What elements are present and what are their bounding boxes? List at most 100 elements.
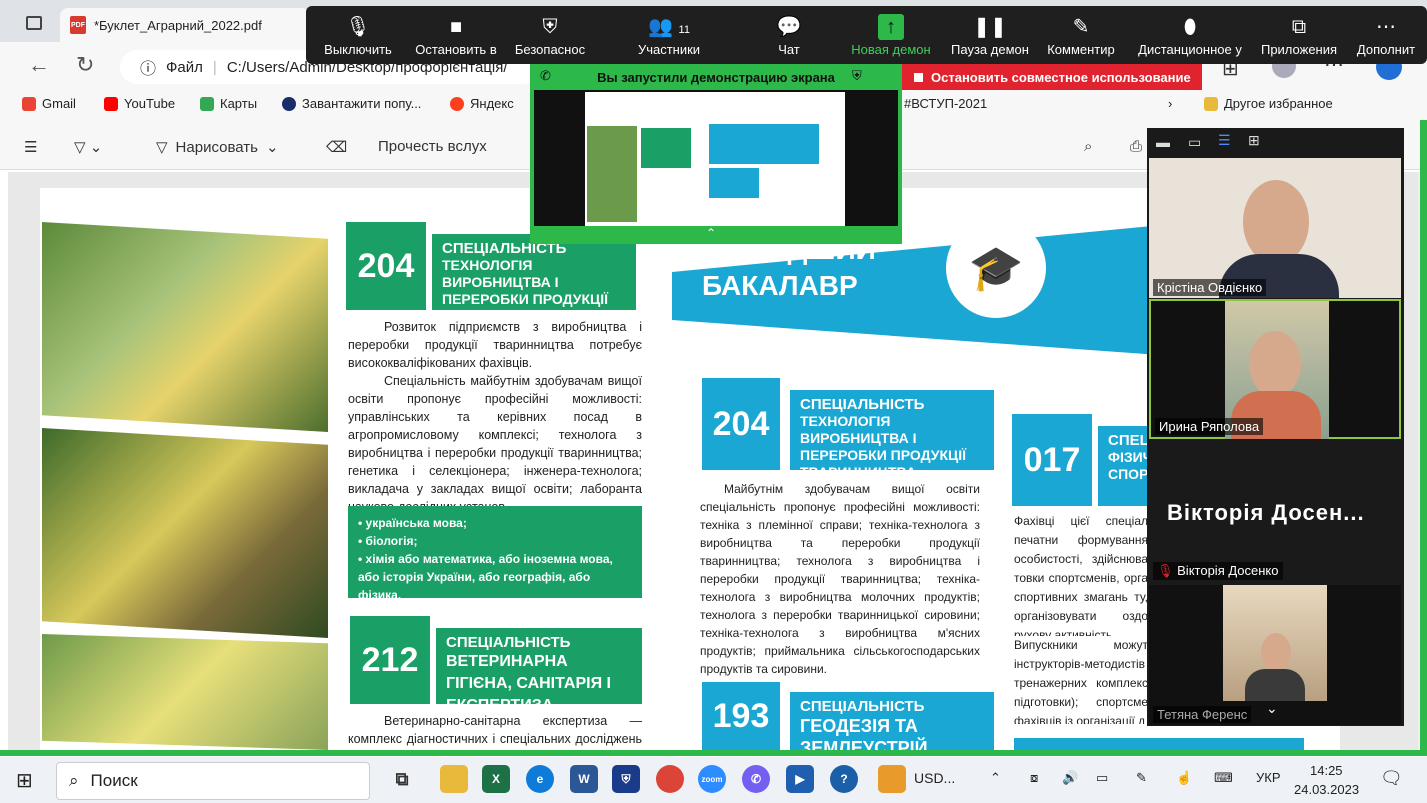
new-share-button[interactable]: ↑ Новая демон xyxy=(846,14,936,57)
file-explorer-icon[interactable] xyxy=(440,765,468,793)
draw-button[interactable]: ▽ Нарисовать ⌄ xyxy=(156,138,279,157)
battery-icon[interactable]: ▭ xyxy=(1096,770,1108,786)
spec-code: 017 xyxy=(1012,414,1092,506)
fav-vstup[interactable]: #ВСТУП-2021 xyxy=(904,96,987,111)
fav-youtube[interactable]: YouTube xyxy=(104,96,175,111)
participant-tile[interactable]: Вікторія Досен... 🎙 Вікторія Досенко xyxy=(1149,442,1401,582)
participant-big-name: Вікторія Досен... xyxy=(1167,500,1365,525)
paragraph: Фахівці цієї спеціал печатни формування … xyxy=(1014,514,1148,636)
fav-other[interactable]: Другое избранное xyxy=(1204,96,1333,111)
keyboard-icon[interactable]: ⌨ xyxy=(1214,770,1233,786)
mouse-icon: ⬮ xyxy=(1183,16,1197,38)
chat-icon: 💬 xyxy=(776,16,802,38)
participant-tile[interactable]: Крістіна Овдієнко xyxy=(1149,158,1401,298)
excel-icon[interactable]: X xyxy=(482,765,510,793)
spec-code: 204 xyxy=(346,222,426,310)
spec-title-box: СПЕЦІАЛЬНІСТЬ ТЕХНОЛОГІЯ ВИРОБНИЦТВА І П… xyxy=(432,234,636,324)
touch-icon[interactable]: ☝ xyxy=(1176,770,1192,786)
tab-actions-icon[interactable] xyxy=(26,16,42,30)
remote-control-button[interactable]: ⬮ Дистанционное у xyxy=(1130,14,1250,57)
highlight-icon[interactable]: ▽ ⌄ xyxy=(74,138,102,156)
clock-date[interactable]: 24.03.2023 xyxy=(1294,782,1359,797)
shield-app-icon[interactable]: ⛨ xyxy=(612,765,640,793)
annotate-button[interactable]: ✎ Комментир xyxy=(1042,14,1120,57)
pdf-icon: PDF xyxy=(70,16,86,34)
clock-time[interactable]: 14:25 xyxy=(1310,763,1343,778)
photo-students xyxy=(42,634,328,750)
gmail-icon xyxy=(22,96,36,111)
strip-view-icon[interactable]: ☰ xyxy=(1218,132,1231,149)
back-icon[interactable]: ← xyxy=(28,52,50,78)
participant-tile-active[interactable]: Ирина Ряполова xyxy=(1149,299,1401,439)
notifications-icon[interactable]: 🗨 xyxy=(1380,768,1403,789)
zoom-icon[interactable]: zoom xyxy=(698,765,726,793)
shield-check-icon: ⛨ xyxy=(852,68,862,83)
contents-icon[interactable]: ☰ xyxy=(24,138,37,156)
youtube-icon xyxy=(104,96,118,111)
stop-share-button[interactable]: Остановить совместное использование xyxy=(902,64,1202,90)
chat-button[interactable]: 💬 Чат xyxy=(764,14,814,57)
more-button[interactable]: ⋯ Дополнит xyxy=(1350,14,1422,57)
participants-button[interactable]: 👥 11 Участники xyxy=(624,14,714,57)
zoom-toolbar: 🎙 Выключить ■ Остановить в ⛨ Безопаснос 👥 1… xyxy=(306,6,1427,64)
fav-gmail[interactable]: Gmail xyxy=(22,96,76,111)
fav-chevron-icon[interactable]: › xyxy=(1168,96,1172,111)
collapse-chevron-icon[interactable]: ⌃ xyxy=(706,226,716,240)
fav-yandex[interactable]: Яндекс xyxy=(450,96,514,111)
viber-icon[interactable]: ✆ xyxy=(742,765,770,793)
chrome-icon[interactable] xyxy=(656,765,684,793)
task-view-icon[interactable]: ⧉ xyxy=(388,765,416,793)
camera-icon: ■ xyxy=(449,16,463,38)
participants-icon: 👥 11 xyxy=(648,16,690,38)
participant-name-muted: 🎙 Вікторія Досенко xyxy=(1153,562,1283,580)
blue-strip xyxy=(1014,738,1304,750)
participant-name: Ирина Ряполова xyxy=(1155,418,1264,435)
currency-icon[interactable] xyxy=(878,765,906,793)
volume-icon[interactable]: 🔊 xyxy=(1062,770,1078,786)
participant-name: Тетяна Ференс xyxy=(1153,706,1252,723)
search-icon[interactable]: ⌕ xyxy=(1084,138,1092,155)
pause-icon: ❚❚ xyxy=(973,16,1007,38)
pen-icon: ✎ xyxy=(1072,16,1090,38)
media-player-icon[interactable]: ▶ xyxy=(786,765,814,793)
tray-chevron-icon[interactable]: ⌃ xyxy=(990,770,1001,786)
eraser-icon[interactable]: ⌫ xyxy=(326,138,347,156)
taskbar-search[interactable]: ⌕ Поиск xyxy=(56,762,370,800)
word-icon[interactable]: W xyxy=(570,765,598,793)
gallery-view-icon[interactable]: ⊞ xyxy=(1248,132,1260,149)
participant-name: Крістіна Овдієнко xyxy=(1153,279,1267,296)
spec-code: 212 xyxy=(350,616,430,704)
network-icon[interactable]: ⧇ xyxy=(1030,770,1038,786)
stop-icon xyxy=(914,72,923,82)
paragraph: Майбутнім здобувачам вищої освіти спеціа… xyxy=(700,482,980,676)
photo-dog xyxy=(42,222,328,432)
maps-icon xyxy=(200,96,214,111)
tab-active[interactable]: PDF *Буклет_Аграрний_2022.pdf xyxy=(60,8,310,42)
language-indicator[interactable]: УКР xyxy=(1256,770,1281,785)
mute-button[interactable]: 🎙 Выключить xyxy=(318,14,398,57)
security-button[interactable]: ⛨ Безопаснос xyxy=(510,14,590,57)
stop-video-button[interactable]: ■ Остановить в xyxy=(406,14,506,57)
info-icon: ⓘ xyxy=(140,61,157,78)
folder-icon xyxy=(1204,96,1218,111)
fav-maps[interactable]: Карты xyxy=(200,96,257,111)
apps-button[interactable]: ⧉ Приложения xyxy=(1256,14,1342,57)
paragraph: Спеціальність майбутнім здобувачам вищої… xyxy=(348,374,642,514)
mic-muted-icon: 🎙 xyxy=(1157,563,1174,578)
speaker-view-icon[interactable]: ▭ xyxy=(1188,134,1201,151)
windows-start-icon[interactable]: ⊞ xyxy=(16,768,33,793)
pen-icon[interactable]: ✎ xyxy=(1136,770,1147,786)
minimize-icon[interactable]: ▬ xyxy=(1156,134,1170,150)
fav-download[interactable]: Завантажити попу... xyxy=(282,96,421,111)
print-icon[interactable]: ⎙ xyxy=(1130,138,1142,155)
refresh-icon[interactable]: ↻ xyxy=(76,52,94,78)
pause-share-button[interactable]: ❚❚ Пауза демон xyxy=(946,14,1034,57)
currency-label[interactable]: USD... xyxy=(914,770,955,786)
read-aloud-button[interactable]: Прочесть вслух xyxy=(378,138,487,155)
edge-icon[interactable]: e xyxy=(526,765,554,793)
chevron-down-icon[interactable]: ⌄ xyxy=(1266,700,1278,717)
yandex-icon xyxy=(450,96,464,111)
help-icon[interactable]: ? xyxy=(830,765,858,793)
photo-group xyxy=(42,428,328,638)
phone-icon: ✆ xyxy=(540,68,551,83)
